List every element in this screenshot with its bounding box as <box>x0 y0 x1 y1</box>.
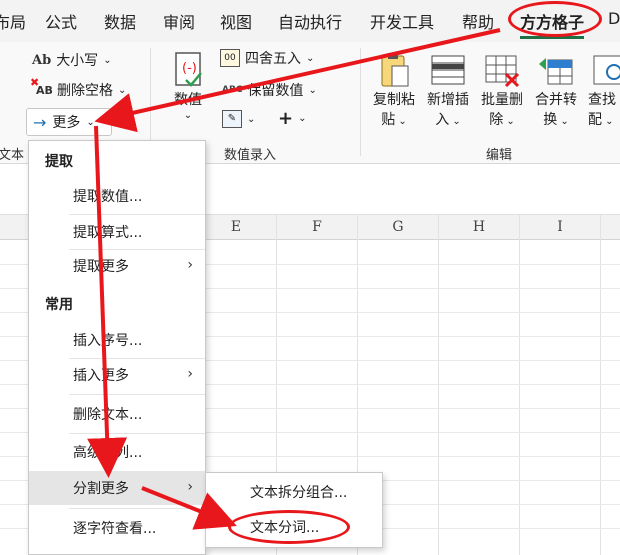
insert-button[interactable]: 新增插入 ⌄ <box>420 50 476 132</box>
chevron-right-icon: › <box>187 366 193 382</box>
column-header-e[interactable]: E <box>226 219 246 235</box>
round-button[interactable]: 00 四舍五入 ⌄ <box>220 48 314 68</box>
chevron-down-icon: ⌄ <box>86 116 95 128</box>
menu-section-common: 常用 <box>45 297 73 313</box>
column-header-h[interactable]: H <box>469 219 489 235</box>
insert-symbol-button[interactable]: + ⌄ <box>278 108 306 129</box>
remove-spaces-button[interactable]: ✖ AB 删除空格 ⌄ <box>30 76 127 100</box>
menu-item-extract-more[interactable]: 提取更多 › <box>29 249 205 283</box>
merge-grid-icon <box>539 58 573 85</box>
menu-separator <box>69 508 205 509</box>
chevron-down-icon: ⌄ <box>103 54 112 66</box>
group-separator <box>360 48 361 156</box>
menu-item-advanced-split[interactable]: 高级分列... <box>29 435 205 469</box>
case-button[interactable]: Ab 大小写 ⌄ <box>32 50 112 70</box>
chevron-down-icon: ⌄ <box>247 113 256 125</box>
menu-item-delete-text[interactable]: 删除文本... <box>29 397 205 431</box>
more-dropdown-menu: 提取 提取数值... 提取算式... 提取更多 › 常用 插入序号... 插入更… <box>28 140 206 555</box>
batch-delete-label: 批量删除 ⌄ <box>481 92 523 128</box>
active-tab-underline <box>520 36 584 39</box>
chevron-down-icon: ⌄ <box>306 52 315 64</box>
remove-spaces-icon: ✖ AB <box>30 76 53 97</box>
chevron-down-icon: ⌄ <box>183 110 193 121</box>
chevron-down-icon: ⌄ <box>298 113 307 124</box>
menu-item-insert-more[interactable]: 插入更多 › <box>29 358 205 392</box>
numeric-label: 数值 <box>174 92 202 108</box>
case-label: 大小写 <box>56 53 99 69</box>
tab-fangfang-gezi[interactable]: 方方格子 <box>520 9 584 33</box>
split-more-submenu: 文本拆分组合... 文本分词... <box>205 472 383 548</box>
tab-view[interactable]: 视图 <box>220 9 252 33</box>
copy-paste-label: 复制粘贴 ⌄ <box>373 92 415 128</box>
delete-grid-icon <box>485 55 520 88</box>
merge-convert-button[interactable]: 合并转换 ⌄ <box>528 50 584 132</box>
submenu-item-text-segmentation[interactable]: 文本分词... <box>206 510 382 544</box>
svg-text:(-): (-) <box>182 61 197 76</box>
menu-item-extract-numbers[interactable]: 提取数值... <box>29 179 205 213</box>
find-match-button[interactable]: 查找配 ⌄ <box>582 50 620 132</box>
numeric-button[interactable]: (-) 数值 ⌄ <box>160 50 216 122</box>
column-header-i[interactable]: I <box>550 219 570 235</box>
group-label-numeric: 数值录入 <box>224 148 277 163</box>
find-icon <box>593 55 620 85</box>
chevron-down-icon: ⌄ <box>118 84 127 96</box>
tab-overflow[interactable]: D <box>608 9 620 28</box>
column-header-f[interactable]: F <box>307 219 327 235</box>
tab-developer[interactable]: 开发工具 <box>370 9 434 33</box>
numeric-icon: (-) <box>175 52 202 87</box>
insert-rows-icon <box>431 55 465 85</box>
tab-layout[interactable]: 布局 <box>0 9 26 33</box>
more-label: 更多 <box>52 115 81 131</box>
menu-separator <box>69 433 205 434</box>
menu-item-char-view[interactable]: 逐字符查看... <box>29 511 205 545</box>
more-button[interactable]: → 更多 ⌄ <box>26 108 112 136</box>
find-match-label: 查找配 ⌄ <box>588 92 616 128</box>
keep-value-button[interactable]: ABC 保留数值 ⌄ <box>222 80 317 100</box>
tab-data[interactable]: 数据 <box>104 9 136 33</box>
tab-automate[interactable]: 自动执行 <box>278 9 342 33</box>
case-icon: Ab <box>32 52 52 68</box>
form-edit-icon: ✎ <box>222 110 242 128</box>
merge-convert-label: 合并转换 ⌄ <box>535 92 577 128</box>
menu-item-extract-formula[interactable]: 提取算式... <box>29 215 205 249</box>
remove-spaces-label: 删除空格 <box>57 83 113 99</box>
menu-separator <box>69 394 205 395</box>
group-label-edit: 编辑 <box>486 148 513 163</box>
menu-item-split-more[interactable]: 分割更多 › <box>29 471 205 505</box>
copy-paste-button[interactable]: 复制粘贴 ⌄ <box>366 50 422 132</box>
tab-help[interactable]: 帮助 <box>462 9 494 33</box>
keep-value-label: 保留数值 <box>247 83 304 99</box>
chevron-right-icon: › <box>187 479 193 495</box>
column-header-g[interactable]: G <box>388 219 408 235</box>
edit-form-button[interactable]: ✎ ⌄ <box>222 110 255 128</box>
chevron-down-icon: ⌄ <box>308 84 317 96</box>
tab-formulas[interactable]: 公式 <box>45 9 77 33</box>
plus-icon: + <box>278 108 294 129</box>
insert-label: 新增插入 ⌄ <box>427 92 469 128</box>
ribbon-tab-bar: 布局 公式 数据 审阅 视图 自动执行 开发工具 帮助 方方格子 D <box>0 0 620 42</box>
arrow-right-icon: → <box>33 112 47 132</box>
chevron-right-icon: › <box>187 257 193 273</box>
round-label: 四舍五入 <box>245 51 301 67</box>
clipboard-icon <box>381 53 409 87</box>
batch-delete-button[interactable]: 批量删除 ⌄ <box>474 50 530 132</box>
group-label-text: 文本 <box>0 148 25 163</box>
menu-item-insert-serial[interactable]: 插入序号... <box>29 323 205 357</box>
menu-section-extract: 提取 <box>45 154 73 170</box>
round-icon: 00 <box>220 49 240 67</box>
keep-value-icon: ABC <box>222 85 243 95</box>
tab-review[interactable]: 审阅 <box>163 9 195 33</box>
submenu-item-text-split-combine[interactable]: 文本拆分组合... <box>206 475 382 509</box>
